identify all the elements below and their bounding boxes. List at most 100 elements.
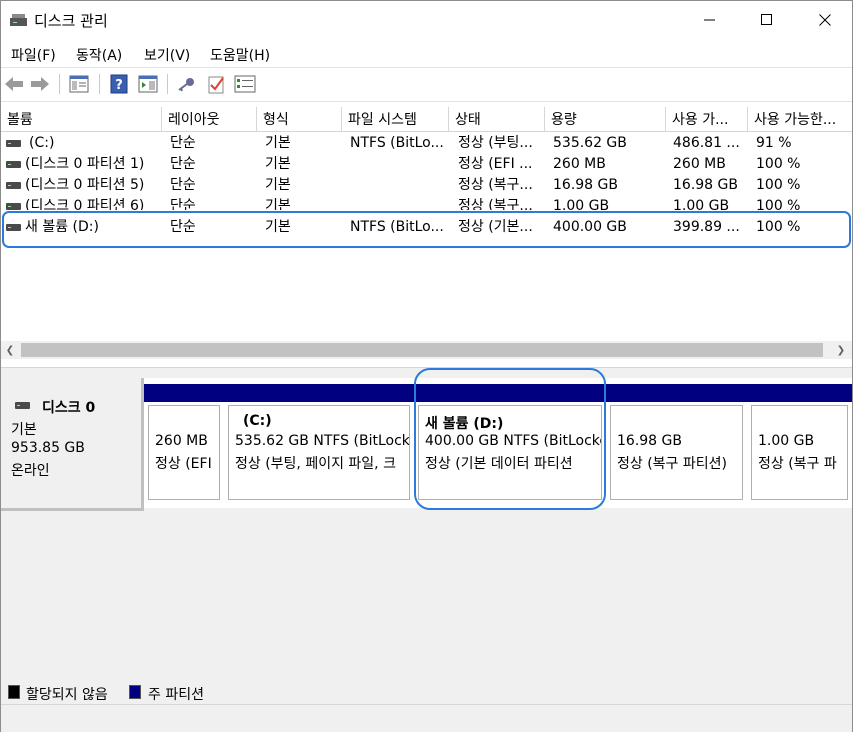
close-button[interactable] (796, 1, 853, 39)
chevron-right-icon: ❯ (836, 344, 846, 356)
partition-body: (C:) 535.62 GB NTFS (BitLocker 정상 (부팅, 페… (228, 405, 410, 500)
volume-percent-free: 100 % (756, 156, 801, 172)
volume-layout: 단순 (170, 177, 196, 193)
volume-layout: 단순 (170, 198, 196, 210)
drive-icon (6, 140, 21, 147)
volume-free-space: 486.81 ... (673, 135, 740, 151)
volume-status: 정상 (복구... (458, 198, 533, 210)
volume-list-hscrollbar[interactable]: ❮ ❯ (1, 341, 852, 359)
volume-row-partition-1[interactable]: (디스크 0 파티션 1) 단순 기본 정상 (EFI ... 260 MB 2… (1, 154, 852, 175)
volume-row-partition-6[interactable]: (디스크 0 파티션 6) 단순 기본 정상 (복구... 1.00 GB 1.… (1, 196, 852, 210)
partition-body: 1.00 GB 정상 (복구 파 (751, 405, 848, 500)
toolbar: ? (1, 67, 852, 102)
volume-name: (디스크 0 파티션 1) (25, 156, 145, 172)
column-layout[interactable]: 레이아웃 (162, 107, 257, 131)
disk-size: 953.85 GB (11, 440, 85, 456)
partition-bar (224, 384, 414, 402)
legend-unallocated: 할당되지 않음 (26, 687, 108, 703)
menu-action[interactable]: 동작(A) (76, 45, 122, 65)
partition-c[interactable]: (C:) 535.62 GB NTFS (BitLocker 정상 (부팅, 페… (224, 378, 414, 508)
title-bar: 디스크 관리 (1, 1, 852, 39)
partition-title: (C:) (243, 413, 272, 429)
legend-primary: 주 파티션 (148, 687, 204, 703)
column-status[interactable]: 상태 (449, 107, 545, 131)
legend-swatch-primary (129, 685, 141, 699)
volume-layout: 단순 (170, 135, 196, 151)
volume-percent-free: 91 % (756, 135, 792, 151)
chevron-left-icon: ❮ (5, 344, 15, 356)
column-free-space[interactable]: 사용 가... (666, 107, 748, 131)
partition-bar (606, 384, 747, 402)
partition-line1: 1.00 GB (758, 433, 815, 449)
forward-icon (31, 77, 49, 91)
volume-free-space: 260 MB (673, 156, 726, 172)
properties-button[interactable] (68, 74, 90, 94)
volume-type: 기본 (265, 156, 291, 172)
column-file-system[interactable]: 파일 시스템 (342, 107, 449, 131)
column-volume[interactable]: 볼륨 (1, 107, 162, 131)
volume-free-space: 16.98 GB (673, 177, 738, 193)
volume-row-partition-5[interactable]: (디스크 0 파티션 5) 단순 기본 정상 (복구... 16.98 GB 1… (1, 175, 852, 196)
volume-row-c[interactable]: (C:) 단순 기본 NTFS (BitLo... 정상 (부팅... 535.… (1, 133, 852, 154)
volume-list-header: 볼륨 레이아웃 형식 파일 시스템 상태 용량 사용 가... 사용 가능한..… (1, 107, 852, 132)
svg-text:?: ? (115, 78, 123, 93)
volume-status: 정상 (복구... (458, 177, 533, 193)
toolbar-separator (59, 74, 60, 94)
partition-line1: 16.98 GB (617, 433, 682, 449)
minimize-button[interactable] (681, 1, 739, 39)
volume-file-system (350, 154, 447, 175)
menu-file[interactable]: 파일(F) (11, 45, 56, 65)
column-percent-free[interactable]: 사용 가능한... (748, 107, 852, 131)
volume-type: 기본 (265, 135, 291, 151)
column-type[interactable]: 형식 (257, 107, 342, 131)
volume-capacity: 535.62 GB (553, 135, 627, 151)
minimize-icon (704, 19, 715, 21)
partition-line2: 정상 (복구 파 (758, 456, 837, 472)
drive-icon (6, 182, 21, 189)
checklist-button[interactable] (205, 74, 227, 94)
volume-name: (디스크 0 파티션 6) (25, 198, 145, 210)
partition-recovery-5[interactable]: 16.98 GB 정상 (복구 파티션) (606, 378, 747, 508)
disk-0-info[interactable]: 디스크 0 기본 953.85 GB 온라인 (1, 378, 144, 511)
highlight-ring-partition-d (414, 368, 606, 510)
view-icon (138, 75, 158, 93)
disk-name: 디스크 0 (42, 400, 96, 416)
close-icon (819, 14, 831, 26)
drive-icon (6, 203, 21, 210)
volume-file-system: NTFS (BitLo... (350, 135, 444, 151)
scroll-thumb[interactable] (21, 343, 823, 357)
help-icon: ? (110, 74, 128, 94)
volume-type: 기본 (265, 177, 291, 193)
highlight-ring-volume-d (2, 211, 851, 248)
menu-bar: 파일(F) 동작(A) 보기(V) 도움말(H) (1, 40, 852, 66)
help-button[interactable]: ? (108, 74, 130, 94)
list-icon (234, 75, 256, 93)
list-view-button[interactable] (234, 74, 256, 94)
key-icon (178, 78, 194, 92)
checklist-icon (208, 76, 224, 94)
view-button[interactable] (137, 74, 159, 94)
volume-free-space: 1.00 GB (673, 198, 730, 210)
menu-help[interactable]: 도움말(H) (210, 45, 270, 65)
partition-recovery-6[interactable]: 1.00 GB 정상 (복구 파 (747, 378, 852, 508)
back-button[interactable] (3, 74, 25, 94)
legend: 할당되지 않음 주 파티션 (1, 681, 852, 703)
volume-capacity: 260 MB (553, 156, 606, 172)
partition-bar (747, 384, 852, 402)
scroll-left-button[interactable]: ❮ (1, 341, 19, 359)
partition-efi[interactable]: 260 MB 정상 (EFI (144, 378, 224, 508)
menu-view[interactable]: 보기(V) (144, 45, 190, 65)
disk-type: 기본 (11, 422, 37, 438)
disk-icon (15, 402, 30, 409)
back-icon (5, 77, 23, 91)
forward-button[interactable] (29, 74, 51, 94)
properties-icon (69, 75, 89, 93)
partition-line1: 535.62 GB NTFS (BitLocker (235, 433, 410, 449)
key-button[interactable] (175, 74, 197, 94)
maximize-button[interactable] (738, 1, 796, 39)
partition-line2: 정상 (복구 파티션) (617, 456, 727, 472)
volume-file-system (350, 175, 447, 196)
column-capacity[interactable]: 용량 (545, 107, 666, 131)
toolbar-separator (167, 74, 168, 94)
scroll-right-button[interactable]: ❯ (832, 341, 850, 359)
